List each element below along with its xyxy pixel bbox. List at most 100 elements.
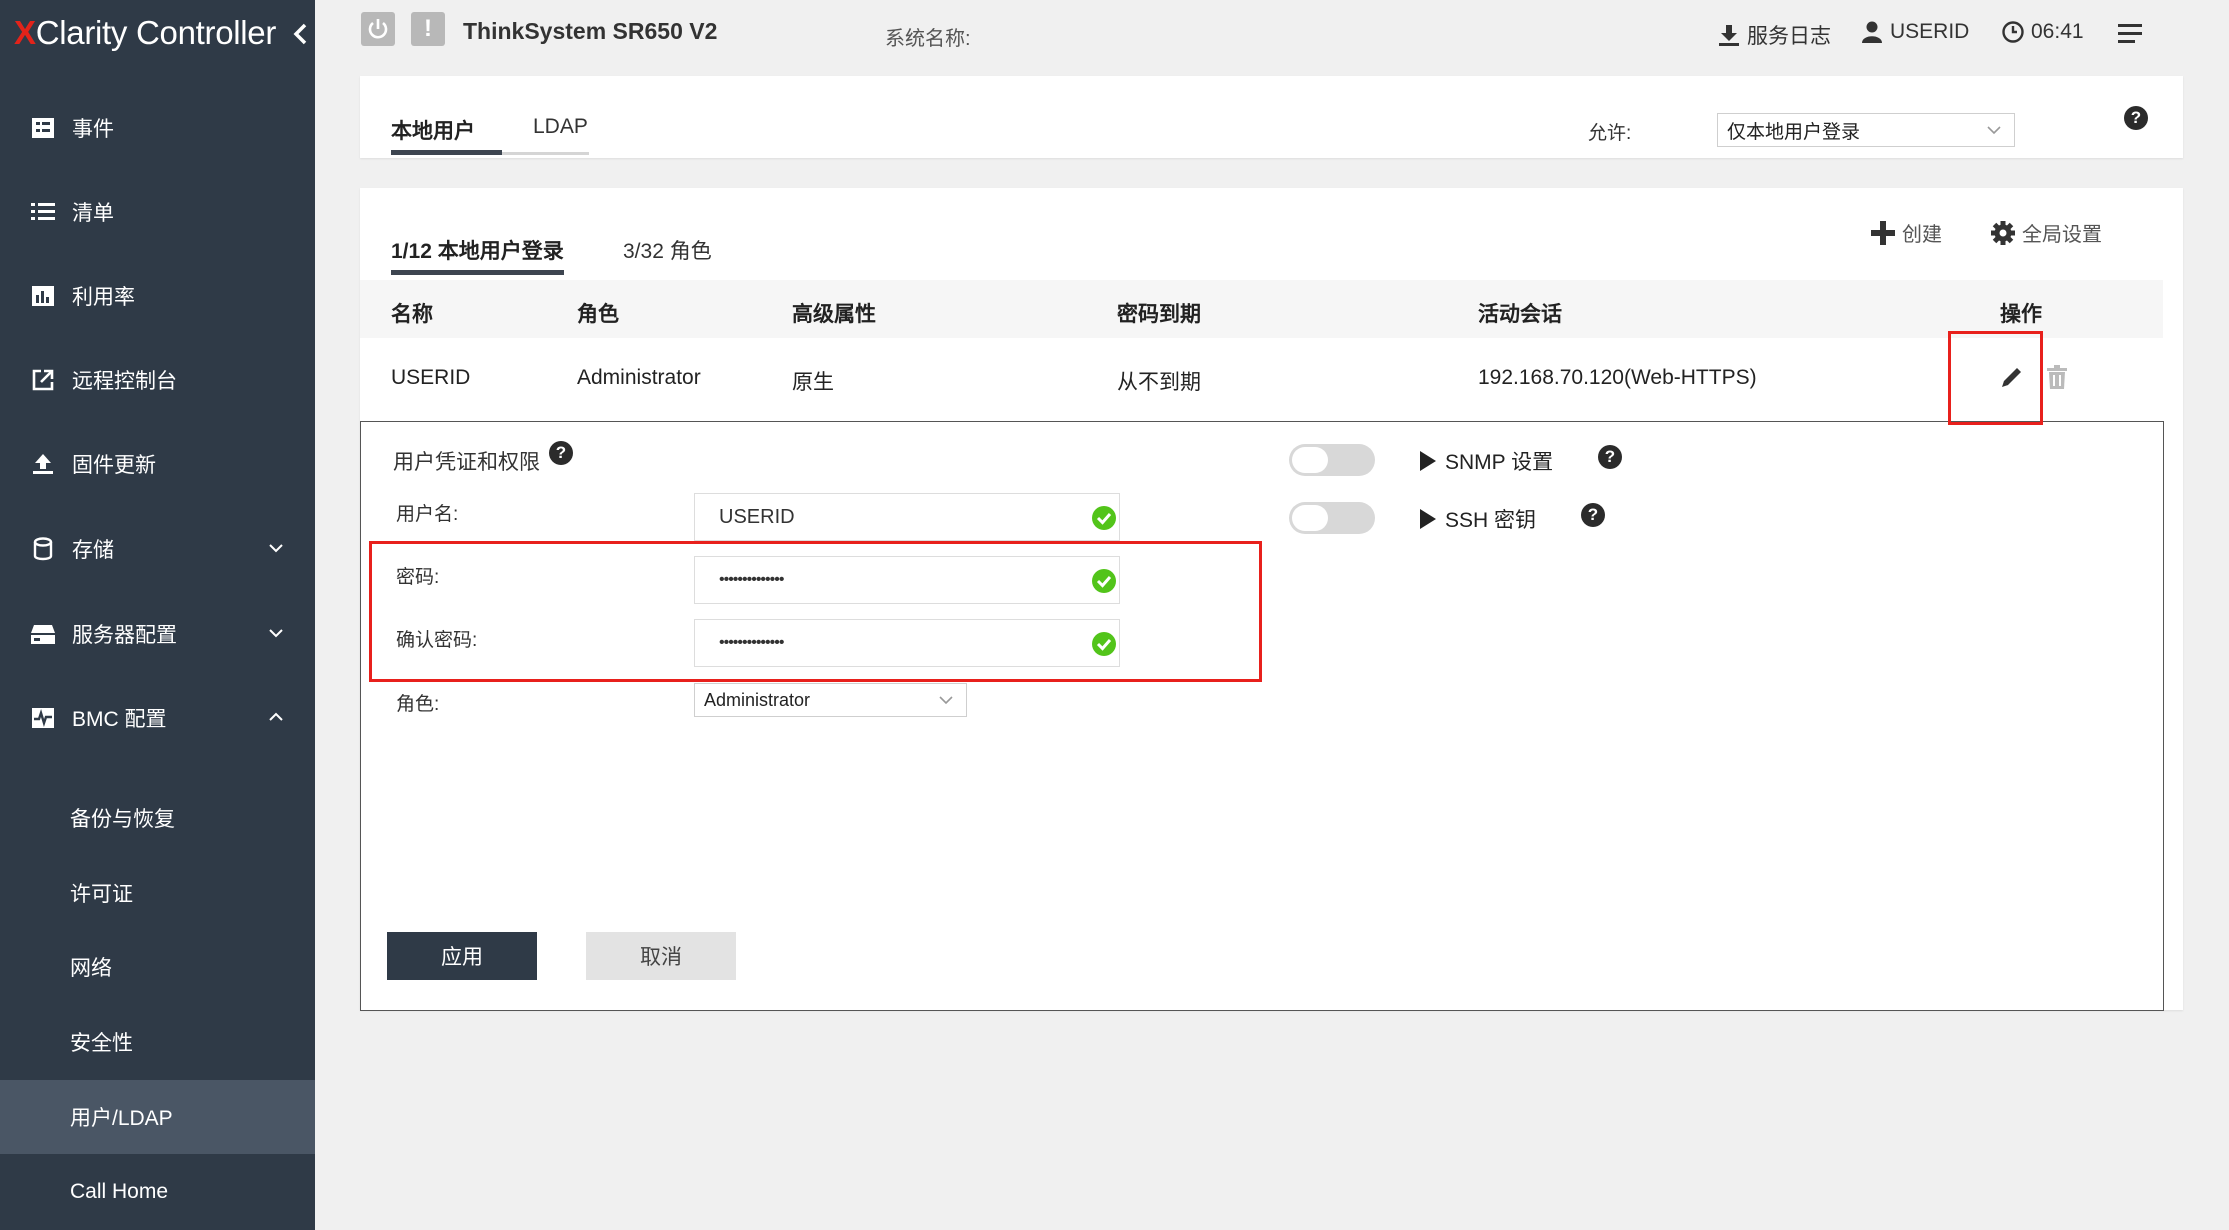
sidebar-item-inventory[interactable]: 清单 — [0, 182, 315, 242]
sidebar-item-label: 固件更新 — [72, 454, 156, 477]
sidebar-subitem-label: 安全性 — [70, 1032, 133, 1055]
tab-local-user[interactable]: 本地用户 — [391, 115, 475, 145]
cancel-button[interactable]: 取消 — [586, 932, 736, 980]
events-icon — [30, 115, 56, 141]
allow-label: 允许: — [1588, 123, 1632, 144]
snmp-toggle[interactable] — [1289, 444, 1375, 476]
sidebar-subitem-label: 网络 — [70, 957, 112, 980]
sidebar-item-remote-console[interactable]: 远程控制台 — [0, 350, 315, 410]
sidebar-item-label: 清单 — [72, 202, 114, 225]
sidebar-item-label: 事件 — [72, 118, 114, 141]
brand-logo[interactable]: XClarity Controller — [14, 14, 314, 64]
chevron-down-icon — [939, 696, 953, 705]
system-name-label: 系统名称: — [885, 28, 971, 50]
sidebar-item-bmc-config[interactable]: BMC 配置 — [0, 688, 315, 748]
sidebar-subitem-user-ldap[interactable]: 用户/LDAP — [0, 1080, 315, 1154]
role-value: Administrator — [704, 689, 811, 710]
tab-divider — [502, 152, 589, 155]
create-button[interactable]: 创建 — [1870, 218, 1942, 247]
user-tabs-panel: 本地用户 LDAP 允许: 仅本地用户登录 ? — [360, 76, 2183, 158]
table-row[interactable]: USERID Administrator 原生 从不到期 192.168.70.… — [360, 348, 2163, 408]
warning-button[interactable]: ! — [411, 12, 445, 46]
help-icon[interactable]: ? — [1598, 445, 1622, 469]
username-label: 用户名: — [396, 504, 459, 525]
menu-button[interactable] — [2118, 22, 2150, 46]
role-select[interactable]: Administrator — [694, 683, 967, 717]
sidebar-item-label: 存储 — [72, 539, 114, 562]
brand-controller: Controller — [127, 14, 277, 51]
help-icon[interactable]: ? — [1581, 503, 1605, 527]
user-edit-form: 用户凭证和权限 ? 用户名: USERID 密码: ••••••••••••••… — [360, 421, 2164, 1011]
clock-icon — [2002, 21, 2024, 43]
users-table-header: 名称 角色 高级属性 密码到期 活动会话 操作 — [360, 280, 2163, 338]
col-role-header: 角色 — [577, 303, 619, 326]
upload-icon — [30, 451, 56, 477]
username-value: USERID — [719, 505, 795, 528]
sidebar-subitem-call-home[interactable]: Call Home — [0, 1155, 315, 1229]
col-session-header: 活动会话 — [1478, 303, 1562, 326]
ssh-key-expander[interactable]: SSH 密钥 — [1419, 504, 1536, 534]
service-log-label: 服务日志 — [1747, 25, 1831, 48]
chevron-down-icon — [269, 629, 283, 638]
brand-clarity: Clarity — [35, 14, 128, 51]
sidebar-subitem-label: 用户/LDAP — [70, 1107, 173, 1130]
tab-local-logins[interactable]: 1/12 本地用户登录 — [391, 235, 564, 265]
ssh-label: SSH 密钥 — [1445, 509, 1537, 532]
server-icon — [30, 621, 56, 647]
list-icon — [30, 199, 56, 225]
sidebar-subitem-label: 备份与恢复 — [70, 808, 175, 831]
sidebar-item-storage[interactable]: 存储 — [0, 519, 315, 579]
pulse-icon — [30, 705, 56, 731]
allow-login-select[interactable]: 仅本地用户登录 — [1717, 113, 2015, 147]
user-menu[interactable]: USERID — [1860, 20, 1969, 44]
cell-advanced: 原生 — [792, 371, 834, 394]
snmp-label: SNMP 设置 — [1445, 451, 1554, 474]
sidebar-item-label: 利用率 — [72, 286, 135, 309]
trash-icon[interactable] — [2045, 364, 2069, 390]
username-field[interactable]: USERID — [694, 493, 1120, 541]
external-link-icon — [30, 367, 56, 393]
collapse-sidebar-icon[interactable] — [289, 22, 313, 46]
chevron-down-icon — [269, 544, 283, 553]
sidebar-subitem-network[interactable]: 网络 — [0, 930, 315, 1004]
bar-chart-icon — [30, 283, 56, 309]
allow-login-value: 仅本地用户登录 — [1727, 121, 1861, 143]
sidebar-item-server-config[interactable]: 服务器配置 — [0, 604, 315, 664]
cell-role: Administrator — [577, 366, 701, 389]
edit-action-highlight — [1948, 331, 2043, 425]
sidebar-subitem-license[interactable]: 许可证 — [0, 856, 315, 930]
database-icon — [30, 536, 56, 562]
chevron-up-icon — [269, 712, 283, 721]
sidebar-subitem-backup-restore[interactable]: 备份与恢复 — [0, 781, 315, 855]
chevron-down-icon — [1987, 126, 2001, 135]
cell-name: USERID — [391, 366, 471, 389]
snmp-settings-expander[interactable]: SNMP 设置 — [1419, 446, 1553, 476]
power-button[interactable] — [361, 12, 395, 46]
create-label: 创建 — [1902, 224, 1942, 246]
sidebar-subitem-label: 许可证 — [70, 883, 133, 906]
apply-button[interactable]: 应用 — [387, 932, 537, 980]
sidebar-subitem-security[interactable]: 安全性 — [0, 1005, 315, 1079]
section-title: 用户凭证和权限 — [393, 451, 540, 474]
top-bar: ! ThinkSystem SR650 V2 系统名称: 服务日志 USERID… — [315, 0, 2229, 66]
cell-session: 192.168.70.120(Web-HTTPS) — [1478, 366, 1757, 389]
user-label: USERID — [1890, 20, 1970, 43]
sidebar-item-utilization[interactable]: 利用率 — [0, 266, 315, 326]
col-expiry-header: 密码到期 — [1117, 303, 1201, 326]
triangle-right-icon — [1420, 451, 1436, 471]
sidebar-subitem-label: Call Home — [70, 1180, 169, 1203]
password-fields-highlight — [369, 541, 1262, 682]
sidebar-item-label: 远程控制台 — [72, 370, 177, 393]
help-icon[interactable]: ? — [2124, 106, 2148, 130]
sidebar-item-label: BMC 配置 — [72, 708, 167, 731]
help-icon[interactable]: ? — [549, 441, 573, 465]
tab-ldap[interactable]: LDAP — [533, 115, 588, 139]
global-settings-button[interactable]: 全局设置 — [1990, 218, 2102, 247]
active-subtab-indicator — [391, 270, 564, 275]
ssh-toggle[interactable] — [1289, 502, 1375, 534]
sidebar-item-events[interactable]: 事件 — [0, 98, 315, 158]
tab-roles[interactable]: 3/32 角色 — [623, 235, 712, 265]
sidebar-item-firmware-update[interactable]: 固件更新 — [0, 434, 315, 494]
check-circle-icon — [1092, 506, 1116, 530]
service-log-button[interactable]: 服务日志 — [1717, 20, 1831, 50]
